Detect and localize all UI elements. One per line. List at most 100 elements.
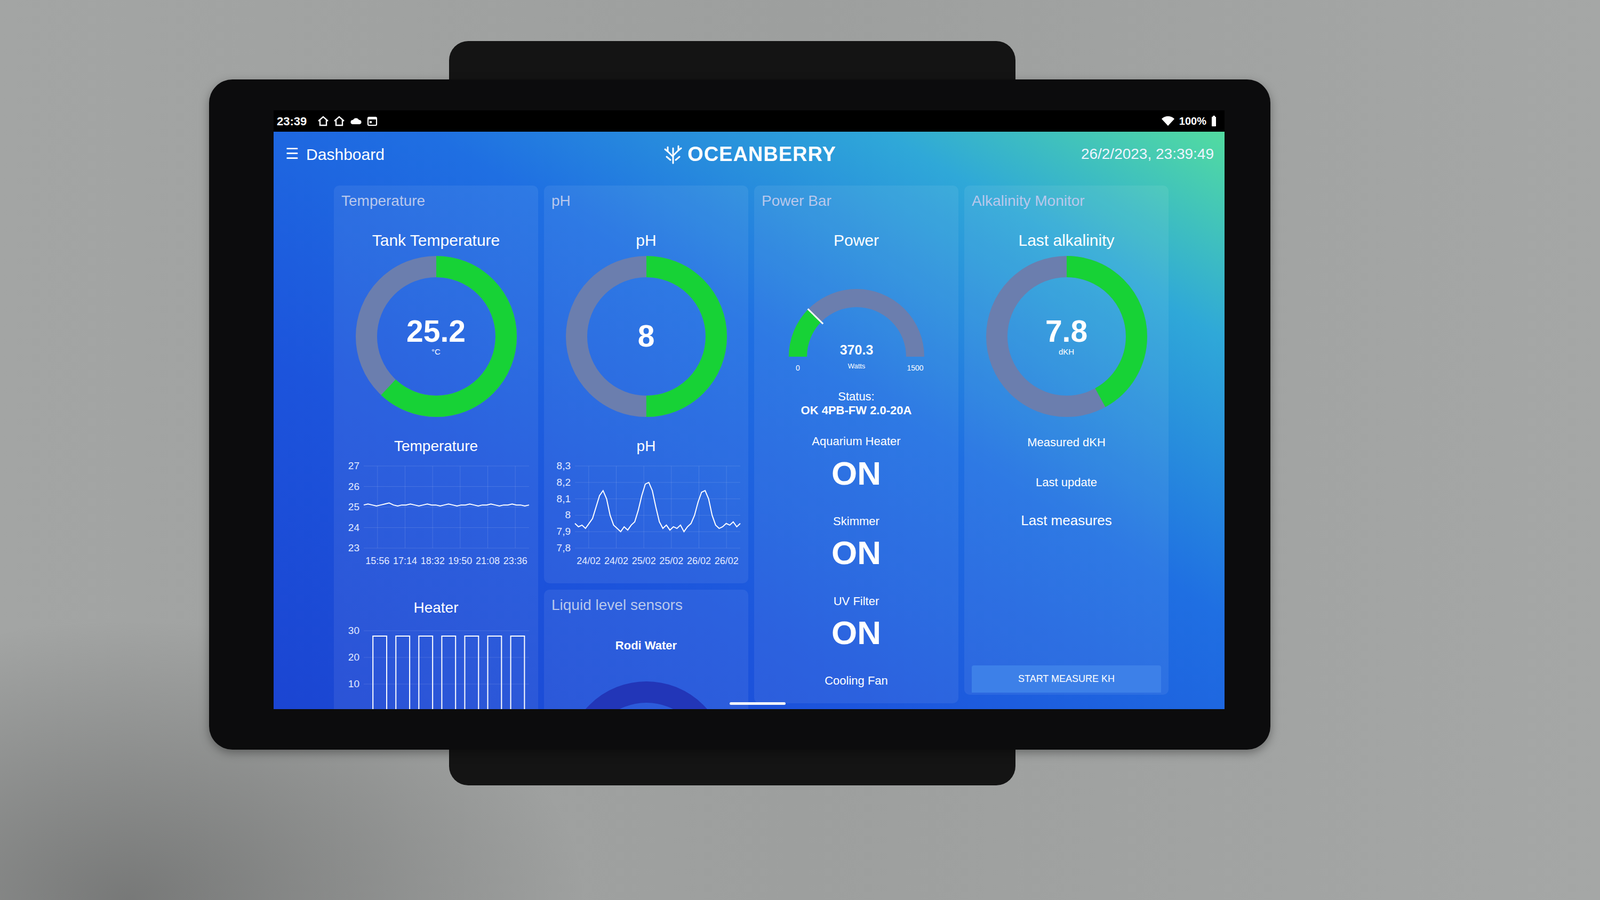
- header-datetime: 26/2/2023, 23:39:49: [1081, 142, 1214, 166]
- grid-line: [574, 466, 741, 467]
- grid-line: [363, 466, 530, 467]
- alkalinity-column: Alkalinity MonitorLast alkalinity7.8dKHM…: [964, 185, 1169, 695]
- outlet-state[interactable]: ON: [761, 455, 951, 492]
- power-panel: Power BarPower370.3Watts01500Status:OK 4…: [754, 185, 959, 704]
- panel-title: Power Bar: [761, 192, 951, 211]
- status-value: OK 4PB-FW 2.0-20A: [761, 403, 951, 418]
- x-tick: 25/02: [632, 555, 656, 567]
- ph-column: pHpH8pH8,38,28,187,97,824/0224/0225/0225…: [544, 185, 749, 710]
- gauge-fill: [366, 266, 507, 407]
- grid-line: [363, 527, 530, 528]
- grid-line: [363, 507, 530, 508]
- outlet-name: Cooling Fan: [761, 674, 951, 688]
- brand-name: OCEANBERRY: [687, 139, 837, 170]
- gauge-title: pH: [551, 230, 741, 251]
- alkalinity-panel: Alkalinity MonitorLast alkalinity7.8dKHM…: [964, 185, 1169, 695]
- level-gauge: [565, 681, 727, 710]
- gauge-title: Last alkalinity: [971, 230, 1162, 251]
- grid-line: [363, 630, 530, 631]
- chart-series: [363, 502, 530, 507]
- outlet-state[interactable]: ON: [761, 614, 951, 652]
- status-time: 23:39: [276, 112, 307, 131]
- grid-line: [515, 466, 516, 549]
- x-tick: 24/02: [576, 555, 601, 567]
- grid-line: [574, 548, 741, 549]
- outlet-name: UV Filter: [761, 594, 951, 609]
- start-measure-button[interactable]: START MEASURE KH: [971, 665, 1162, 693]
- home-icon: [317, 115, 330, 127]
- ph-gauge: 8: [565, 256, 727, 418]
- x-tick: 23:36: [503, 555, 528, 567]
- grid-line: [670, 466, 672, 549]
- status-label: Status:: [761, 389, 951, 404]
- grid-line: [363, 486, 530, 487]
- y-tick: 7,9: [556, 525, 571, 538]
- chart-title: Heater: [341, 598, 531, 618]
- menu-button[interactable]: ☰: [285, 146, 299, 162]
- gauge-value: 8: [637, 320, 655, 353]
- gauge-track: [576, 266, 717, 407]
- grid-line: [574, 482, 741, 483]
- x-tick: 19:50: [448, 555, 472, 567]
- grid-line: [487, 466, 488, 549]
- gauge-unit: °C: [431, 347, 441, 357]
- panel-row: TemperatureTank Temperature25.2°CTempera…: [273, 176, 1225, 710]
- gauge-track: [797, 298, 916, 357]
- y-tick: 8,3: [556, 460, 571, 472]
- outlet-name: Skimmer: [761, 514, 951, 529]
- grid-line: [377, 466, 378, 549]
- gauge-min: 0: [795, 363, 800, 373]
- temperature-gauge: 25.2°C: [355, 256, 517, 418]
- temperature-panel: TemperatureTank Temperature25.2°CTempera…: [333, 185, 539, 710]
- tablet-mount: 23:39100%☰DashboardOCEANBERRY26/2/2023, …: [209, 79, 1271, 750]
- tablet: 23:39100%☰DashboardOCEANBERRY26/2/2023, …: [209, 79, 1271, 750]
- y-tick: 30: [348, 625, 360, 637]
- grid-line: [363, 657, 530, 658]
- gauge-track: [996, 266, 1137, 407]
- status-left: 23:39: [276, 112, 379, 131]
- x-tick: 17:14: [393, 555, 418, 567]
- grid-line: [363, 548, 530, 549]
- outlet-name: Aquarium Heater: [761, 434, 951, 449]
- grid-line: [574, 531, 741, 533]
- x-tick: 26/02: [686, 555, 711, 567]
- liquid-level-panel: Liquid level sensorsRodi Water: [544, 589, 749, 710]
- gauge-track: [366, 266, 507, 407]
- chart-series: [574, 482, 741, 532]
- cloud-icon: [349, 115, 363, 127]
- gauge-readout: 8: [565, 256, 727, 418]
- grid-line: [574, 498, 741, 500]
- grid-line: [459, 466, 461, 549]
- gauge-readout: 25.2°C: [355, 256, 517, 418]
- grid-line: [363, 683, 530, 685]
- gauge-value: 25.2: [406, 315, 466, 348]
- gauge-unit: Watts: [847, 362, 866, 371]
- x-tick: 25/02: [659, 555, 684, 567]
- heater-series: [363, 636, 530, 710]
- tablet-screen: 23:39100%☰DashboardOCEANBERRY26/2/2023, …: [273, 110, 1225, 710]
- gauge-readout: 7.8dKH: [986, 256, 1148, 418]
- outlet-state[interactable]: ON: [761, 534, 951, 572]
- gauge-fill: [797, 298, 916, 357]
- gauge-title: Tank Temperature: [341, 230, 531, 251]
- grid-line: [698, 466, 700, 549]
- panel-title: Alkalinity Monitor: [971, 192, 1162, 211]
- gauge-max: 1500: [906, 363, 924, 373]
- y-tick: 25: [348, 501, 360, 513]
- x-tick: 21:08: [475, 555, 500, 567]
- grid-line: [432, 466, 434, 549]
- gauge-fill: [996, 266, 1137, 407]
- gauge-title: Power: [761, 230, 951, 251]
- gauge-fill: [576, 266, 717, 407]
- x-tick: 26/02: [714, 555, 739, 567]
- heater-chart: 302010: [341, 626, 534, 710]
- power-column: Power BarPower370.3Watts01500Status:OK 4…: [754, 185, 959, 704]
- grid-line: [616, 466, 617, 549]
- brand-logo: OCEANBERRY: [662, 139, 837, 170]
- ph-panel: pHpH8pH8,38,28,187,97,824/0224/0225/0225…: [544, 185, 749, 584]
- coral-icon: [662, 144, 684, 165]
- home-indicator[interactable]: [729, 702, 786, 706]
- panel-title: pH: [551, 192, 741, 211]
- battery-percent: 100%: [1179, 113, 1207, 130]
- chart-title: Temperature: [341, 437, 531, 456]
